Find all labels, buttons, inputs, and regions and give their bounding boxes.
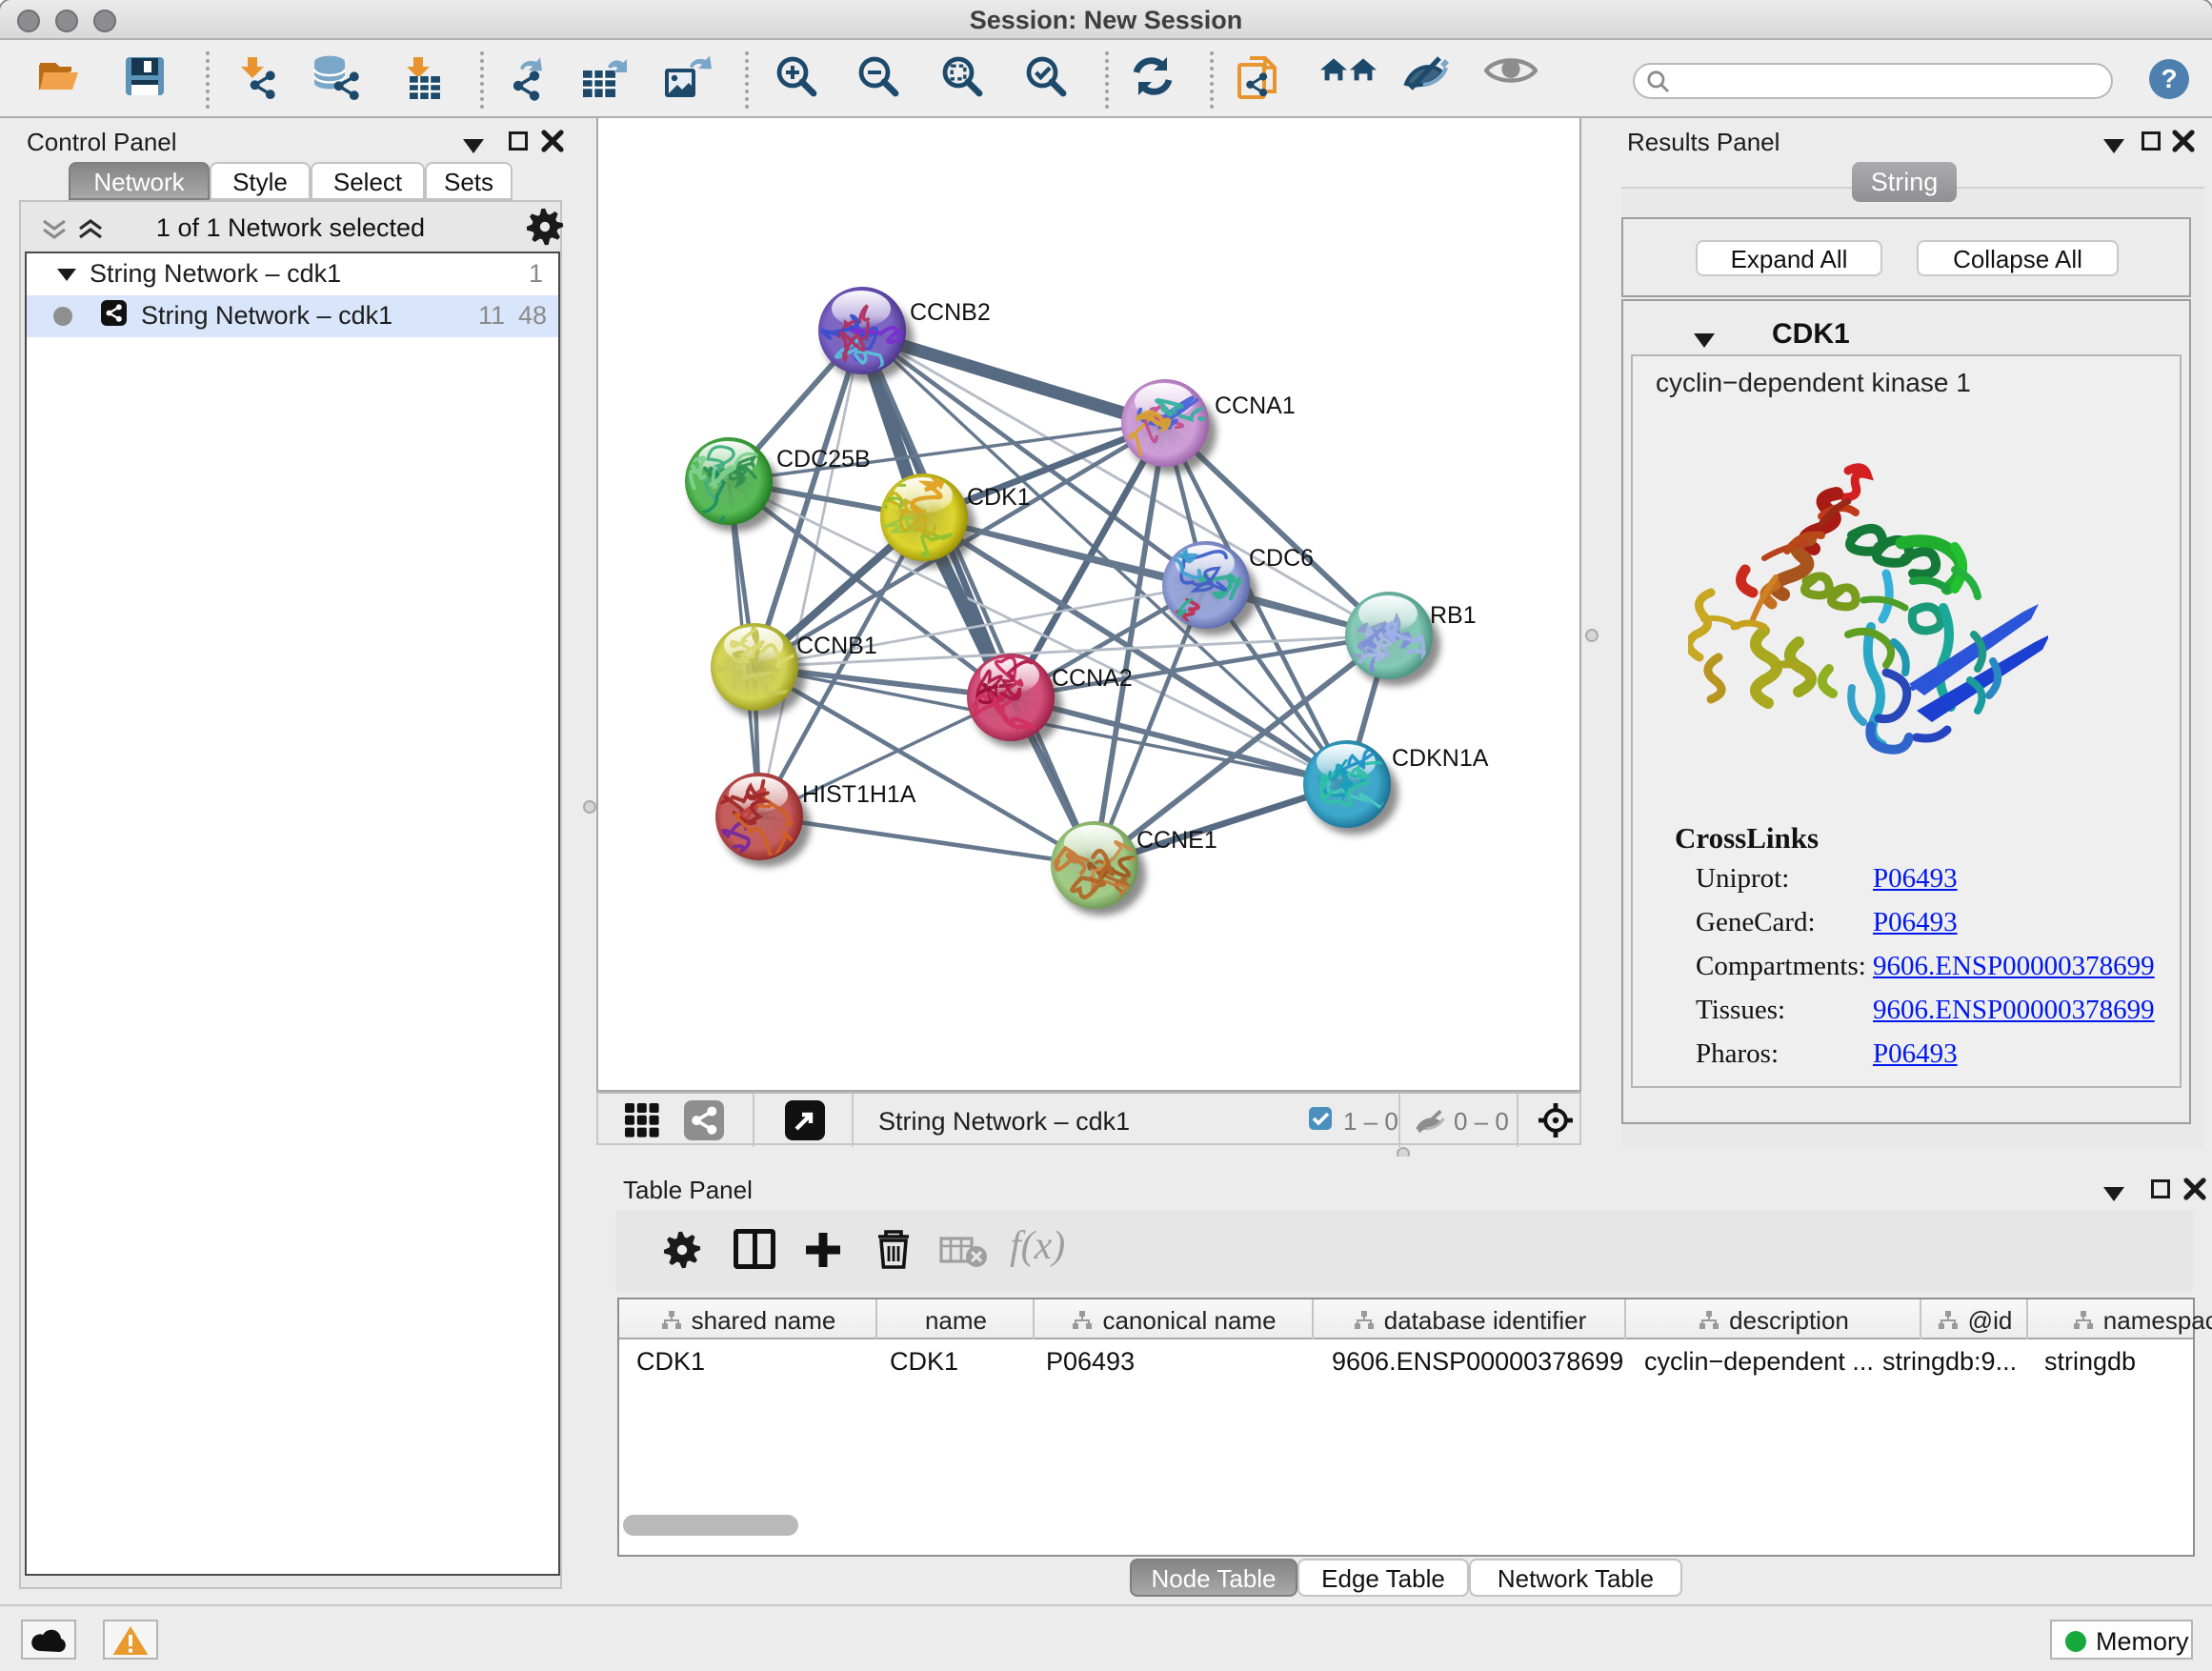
svg-text:CCNE1: CCNE1 <box>1136 827 1217 854</box>
svg-text:HIST1H1A: HIST1H1A <box>802 781 916 808</box>
svg-text:CCNB1: CCNB1 <box>796 633 877 659</box>
svg-text:RB1: RB1 <box>1430 602 1477 629</box>
svg-text:CCNA1: CCNA1 <box>1215 393 1296 419</box>
svg-text:CDK1: CDK1 <box>967 484 1031 511</box>
svg-text:CDC6: CDC6 <box>1249 545 1314 572</box>
svg-text:CCNB2: CCNB2 <box>910 299 991 326</box>
svg-text:CCNA2: CCNA2 <box>1052 665 1133 692</box>
svg-text:CDC25B: CDC25B <box>776 446 871 473</box>
svg-text:CDKN1A: CDKN1A <box>1392 745 1489 772</box>
